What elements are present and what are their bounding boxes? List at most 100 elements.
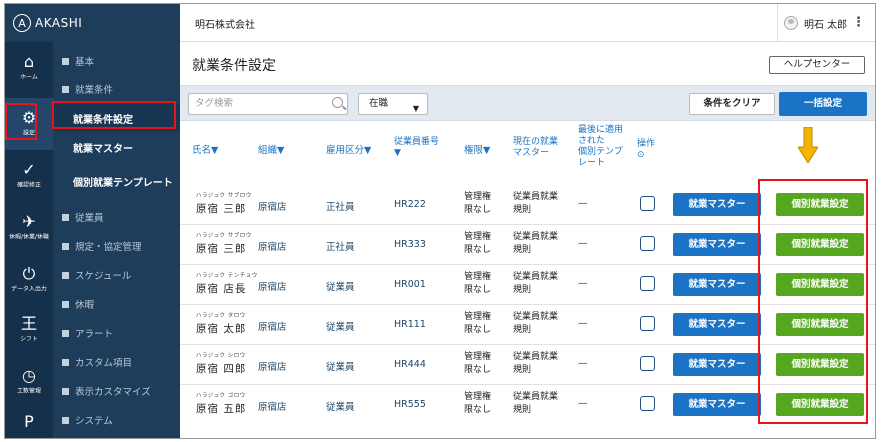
gear-icon: ⚙: [21, 108, 37, 127]
user-menu[interactable]: 明石 太郎 ⋮: [777, 4, 875, 42]
table-row: ハラジュク サブロウ 原宿 三郎 原宿店 正社員 HR222 管理権 限なし 従業…: [180, 185, 875, 225]
rail-item-settings[interactable]: ⚙ 設定: [5, 98, 53, 150]
header-permission[interactable]: 権限▼: [464, 145, 490, 157]
top-bar: 明石株式会社 明石 太郎 ⋮: [180, 4, 875, 42]
employee-name[interactable]: 原宿 店長: [196, 281, 246, 296]
rail-label: 工数管理: [17, 387, 41, 395]
work-master-button[interactable]: 就業マスター: [673, 193, 761, 216]
work-master-button[interactable]: 就業マスター: [673, 353, 761, 376]
header-operations[interactable]: 操作 ⊙: [637, 139, 655, 161]
employee-number-cell: HR555: [394, 399, 426, 410]
employee-name[interactable]: 原宿 五郎: [196, 401, 246, 416]
current-master-cell: 従業員就業 規則: [513, 312, 559, 335]
current-master-cell: 従業員就業 規則: [513, 192, 559, 215]
individual-settings-button[interactable]: 個別就業設定: [776, 353, 864, 376]
individual-settings-button[interactable]: 個別就業設定: [776, 313, 864, 336]
clear-conditions-button[interactable]: 条件をクリア: [689, 93, 775, 115]
row-checkbox[interactable]: [640, 396, 655, 411]
header-org[interactable]: 組織▼: [258, 145, 284, 157]
current-master-cell: 従業員就業 規則: [513, 392, 559, 415]
permission-cell: 管理権 限なし: [464, 232, 492, 255]
name-kana: ハラジュク タロウ: [196, 313, 246, 319]
row-checkbox[interactable]: [640, 316, 655, 331]
caret-down-icon: ▼: [412, 104, 419, 113]
shift-icon: 王: [20, 314, 37, 333]
nav-item-work-conditions[interactable]: 就業条件: [53, 74, 180, 104]
last-template-cell: —: [578, 238, 588, 249]
header-employee-number[interactable]: 従業員番号 ▼: [394, 137, 439, 159]
clock-icon: ◷: [22, 366, 36, 385]
nav-item-employees[interactable]: 従業員: [53, 202, 180, 232]
brand-header[interactable]: A AKASHI: [5, 4, 180, 42]
last-template-cell: —: [578, 278, 588, 289]
row-checkbox[interactable]: [640, 196, 655, 211]
employee-name[interactable]: 原宿 三郎: [196, 201, 246, 216]
rail-item-leave[interactable]: ✈ 休暇/休業/休職: [5, 202, 53, 254]
search-icon[interactable]: [332, 97, 343, 108]
table-row: ハラジュク シロウ 原宿 四郎 原宿店 従業員 HR444 管理権 限なし 従業員…: [180, 345, 875, 385]
employment-cell: 従業員: [326, 362, 355, 373]
app-window: A AKASHI 明石株式会社 明石 太郎 ⋮ ⌂ ホーム ⚙ 設定 ✓ 確認修…: [4, 3, 876, 439]
work-master-button[interactable]: 就業マスター: [673, 233, 761, 256]
name-kana: ハラジュク テンチョウ: [196, 273, 258, 279]
row-checkbox[interactable]: [640, 356, 655, 371]
table-row: ハラジュク ゴロウ 原宿 五郎 原宿店 従業員 HR555 管理権 限なし 従業員…: [180, 385, 875, 425]
name-kana: ハラジュク シロウ: [196, 353, 246, 359]
status-select[interactable]: 在職 ▼: [358, 93, 428, 115]
row-checkbox[interactable]: [640, 276, 655, 291]
rail-item-man-hours[interactable]: ◷ 工数管理: [5, 356, 53, 408]
rail-label: 設定: [23, 129, 35, 137]
header-employment[interactable]: 雇用区分▼: [326, 145, 371, 157]
chevron-circle-icon: ⊙: [637, 150, 645, 160]
employment-cell: 従業員: [326, 322, 355, 333]
nav-sub-work-master[interactable]: 就業マスター: [53, 132, 180, 162]
employee-name[interactable]: 原宿 四郎: [196, 361, 246, 376]
help-center-button[interactable]: ヘルプセンター: [769, 56, 865, 74]
work-master-button[interactable]: 就業マスター: [673, 313, 761, 336]
nav-item-leave[interactable]: 休暇: [53, 289, 180, 319]
home-icon: ⌂: [23, 52, 35, 71]
square-icon: [62, 213, 69, 221]
rail-item-home[interactable]: ⌂ ホーム: [5, 42, 53, 94]
nav-item-schedule[interactable]: スケジュール: [53, 260, 180, 290]
individual-settings-button[interactable]: 個別就業設定: [776, 393, 864, 416]
nav-item-alerts[interactable]: アラート: [53, 318, 180, 348]
org-cell: 原宿店: [258, 242, 287, 253]
rail-label: ホーム: [20, 73, 38, 81]
nav-item-system[interactable]: システム: [53, 405, 180, 435]
nav-item-rules[interactable]: 規定・協定管理: [53, 231, 180, 261]
square-icon: [62, 57, 69, 65]
nav-item-display-custom[interactable]: 表示カスタマイズ: [53, 376, 180, 406]
rail-label: データ入出力: [11, 285, 47, 293]
individual-settings-button[interactable]: 個別就業設定: [776, 273, 864, 296]
row-checkbox[interactable]: [640, 236, 655, 251]
rail-item-shift[interactable]: 王 シフト: [5, 304, 53, 356]
org-cell: 原宿店: [258, 282, 287, 293]
table-row: ハラジュク サブロウ 原宿 三郎 原宿店 正社員 HR333 管理権 限なし 従業…: [180, 225, 875, 265]
last-template-cell: —: [578, 398, 588, 409]
rail-item-data-io[interactable]: ⏻ データ入出力: [5, 254, 53, 306]
more-menu-icon[interactable]: ⋮: [852, 15, 865, 30]
rail-label: 確認修正: [17, 181, 41, 189]
table-row: ハラジュク テンチョウ 原宿 店長 原宿店 従業員 HR001 管理権 限なし 従…: [180, 265, 875, 305]
employee-name[interactable]: 原宿 三郎: [196, 241, 246, 256]
work-master-button[interactable]: 就業マスター: [673, 393, 761, 416]
employee-number-cell: HR444: [394, 359, 426, 370]
employment-cell: 正社員: [326, 242, 355, 253]
employee-name[interactable]: 原宿 太郎: [196, 321, 246, 336]
individual-settings-button[interactable]: 個別就業設定: [776, 193, 864, 216]
power-icon: ⏻: [22, 264, 36, 283]
nav-sub-work-settings[interactable]: 就業条件設定: [53, 104, 180, 132]
permission-cell: 管理権 限なし: [464, 352, 492, 375]
work-master-button[interactable]: 就業マスター: [673, 273, 761, 296]
rail-item-review[interactable]: ✓ 確認修正: [5, 150, 53, 202]
tag-search-input[interactable]: タグ検索: [188, 93, 348, 115]
header-name[interactable]: 氏名▼: [192, 145, 218, 157]
rail-item-p[interactable]: P: [5, 402, 53, 438]
table-row: ハラジュク タロウ 原宿 太郎 原宿店 従業員 HR111 管理権 限なし 従業員…: [180, 305, 875, 345]
bulk-settings-button[interactable]: 一括設定: [779, 92, 867, 116]
individual-settings-button[interactable]: 個別就業設定: [776, 233, 864, 256]
nav-item-custom-items[interactable]: カスタム項目: [53, 347, 180, 377]
nav-item-basic[interactable]: 基本: [53, 46, 180, 76]
nav-sub-individual-template[interactable]: 個別就業テンプレート: [53, 166, 180, 196]
